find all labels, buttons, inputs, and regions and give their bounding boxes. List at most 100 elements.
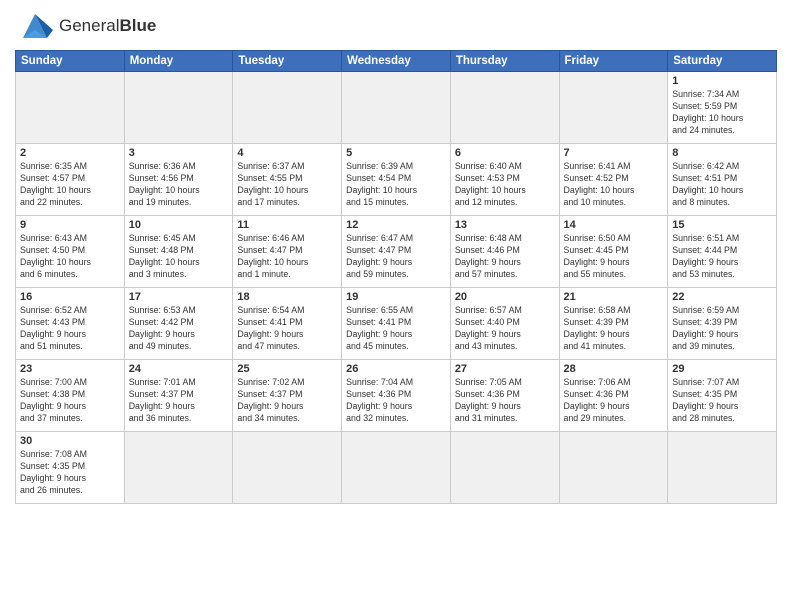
day-info: Sunrise: 6:59 AM Sunset: 4:39 PM Dayligh… — [672, 305, 772, 353]
calendar-cell — [450, 432, 559, 504]
calendar-cell — [124, 72, 233, 144]
day-number: 1 — [672, 75, 772, 87]
day-number: 14 — [564, 219, 664, 231]
calendar-cell — [342, 72, 451, 144]
day-info: Sunrise: 6:52 AM Sunset: 4:43 PM Dayligh… — [20, 305, 120, 353]
calendar-week-0: 1 Sunrise: 7:34 AM Sunset: 5:59 PM Daylig… — [16, 72, 777, 144]
day-number: 19 — [346, 291, 446, 303]
day-number: 7 — [564, 147, 664, 159]
day-info: Sunrise: 6:35 AM Sunset: 4:57 PM Dayligh… — [20, 161, 120, 209]
calendar-cell — [233, 432, 342, 504]
day-number: 13 — [455, 219, 555, 231]
calendar-cell: 6Sunrise: 6:40 AM Sunset: 4:53 PM Daylig… — [450, 144, 559, 216]
day-number: 2 — [20, 147, 120, 159]
calendar-cell — [342, 432, 451, 504]
calendar-week-4: 23Sunrise: 7:00 AM Sunset: 4:38 PM Dayli… — [16, 360, 777, 432]
day-info: Sunrise: 6:58 AM Sunset: 4:39 PM Dayligh… — [564, 305, 664, 353]
day-info: Sunrise: 6:45 AM Sunset: 4:48 PM Dayligh… — [129, 233, 229, 281]
logo: GeneralBlue — [15, 10, 156, 42]
calendar-cell: 29 Sunrise: 7:07 AM Sunset: 4:35 PM Dayli… — [668, 360, 777, 432]
day-number: 30 — [20, 435, 120, 447]
calendar-cell: 11Sunrise: 6:46 AM Sunset: 4:47 PM Dayli… — [233, 216, 342, 288]
day-number: 25 — [237, 363, 337, 375]
page: GeneralBlue SundayMondayTuesdayWednesday… — [0, 0, 792, 612]
calendar-cell — [559, 432, 668, 504]
calendar-cell: 24Sunrise: 7:01 AM Sunset: 4:37 PM Dayli… — [124, 360, 233, 432]
logo-text: GeneralBlue — [59, 16, 156, 36]
logo-icon — [15, 10, 55, 42]
day-header-thursday: Thursday — [450, 51, 559, 72]
calendar-cell: 10Sunrise: 6:45 AM Sunset: 4:48 PM Dayli… — [124, 216, 233, 288]
calendar-cell: 4 Sunrise: 6:37 AM Sunset: 4:55 PM Daylig… — [233, 144, 342, 216]
day-number: 15 — [672, 219, 772, 231]
calendar-cell — [233, 72, 342, 144]
header: GeneralBlue — [15, 10, 777, 42]
day-info: Sunrise: 7:08 AM Sunset: 4:35 PM Dayligh… — [20, 449, 120, 497]
calendar-week-1: 2 Sunrise: 6:35 AM Sunset: 4:57 PM Daylig… — [16, 144, 777, 216]
calendar-cell — [559, 72, 668, 144]
calendar-cell — [450, 72, 559, 144]
day-number: 17 — [129, 291, 229, 303]
day-info: Sunrise: 7:07 AM Sunset: 4:35 PM Dayligh… — [672, 377, 772, 425]
calendar-cell: 21 Sunrise: 6:58 AM Sunset: 4:39 PM Dayli… — [559, 288, 668, 360]
calendar-cell: 22 Sunrise: 6:59 AM Sunset: 4:39 PM Dayli… — [668, 288, 777, 360]
calendar-cell: 26Sunrise: 7:04 AM Sunset: 4:36 PM Dayli… — [342, 360, 451, 432]
calendar-header: SundayMondayTuesdayWednesdayThursdayFrid… — [16, 51, 777, 72]
day-number: 22 — [672, 291, 772, 303]
day-info: Sunrise: 6:42 AM Sunset: 4:51 PM Dayligh… — [672, 161, 772, 209]
calendar-cell — [668, 432, 777, 504]
day-number: 23 — [20, 363, 120, 375]
day-number: 9 — [20, 219, 120, 231]
day-number: 6 — [455, 147, 555, 159]
day-info: Sunrise: 6:50 AM Sunset: 4:45 PM Dayligh… — [564, 233, 664, 281]
day-number: 29 — [672, 363, 772, 375]
day-number: 5 — [346, 147, 446, 159]
day-number: 12 — [346, 219, 446, 231]
calendar-table: SundayMondayTuesdayWednesdayThursdayFrid… — [15, 50, 777, 504]
calendar-cell: 16 Sunrise: 6:52 AM Sunset: 4:43 PM Dayli… — [16, 288, 125, 360]
day-info: Sunrise: 7:34 AM Sunset: 5:59 PM Dayligh… — [672, 89, 772, 137]
days-of-week-row: SundayMondayTuesdayWednesdayThursdayFrid… — [16, 51, 777, 72]
calendar-cell: 2 Sunrise: 6:35 AM Sunset: 4:57 PM Daylig… — [16, 144, 125, 216]
day-info: Sunrise: 6:57 AM Sunset: 4:40 PM Dayligh… — [455, 305, 555, 353]
day-number: 8 — [672, 147, 772, 159]
calendar-cell: 14 Sunrise: 6:50 AM Sunset: 4:45 PM Dayli… — [559, 216, 668, 288]
calendar-cell: 15 Sunrise: 6:51 AM Sunset: 4:44 PM Dayli… — [668, 216, 777, 288]
day-header-saturday: Saturday — [668, 51, 777, 72]
day-info: Sunrise: 6:39 AM Sunset: 4:54 PM Dayligh… — [346, 161, 446, 209]
calendar-cell: 7 Sunrise: 6:41 AM Sunset: 4:52 PM Daylig… — [559, 144, 668, 216]
calendar-week-2: 9Sunrise: 6:43 AM Sunset: 4:50 PM Daylig… — [16, 216, 777, 288]
calendar-cell: 1 Sunrise: 7:34 AM Sunset: 5:59 PM Daylig… — [668, 72, 777, 144]
day-number: 4 — [237, 147, 337, 159]
day-header-monday: Monday — [124, 51, 233, 72]
day-number: 16 — [20, 291, 120, 303]
day-number: 21 — [564, 291, 664, 303]
calendar-cell: 13Sunrise: 6:48 AM Sunset: 4:46 PM Dayli… — [450, 216, 559, 288]
day-number: 28 — [564, 363, 664, 375]
day-number: 26 — [346, 363, 446, 375]
calendar-cell: 28Sunrise: 7:06 AM Sunset: 4:36 PM Dayli… — [559, 360, 668, 432]
day-info: Sunrise: 6:41 AM Sunset: 4:52 PM Dayligh… — [564, 161, 664, 209]
calendar-cell: 23Sunrise: 7:00 AM Sunset: 4:38 PM Dayli… — [16, 360, 125, 432]
day-number: 18 — [237, 291, 337, 303]
calendar-cell: 27Sunrise: 7:05 AM Sunset: 4:36 PM Dayli… — [450, 360, 559, 432]
calendar-cell: 3Sunrise: 6:36 AM Sunset: 4:56 PM Daylig… — [124, 144, 233, 216]
day-header-wednesday: Wednesday — [342, 51, 451, 72]
day-info: Sunrise: 6:36 AM Sunset: 4:56 PM Dayligh… — [129, 161, 229, 209]
calendar-cell — [124, 432, 233, 504]
calendar-cell: 12 Sunrise: 6:47 AM Sunset: 4:47 PM Dayli… — [342, 216, 451, 288]
day-info: Sunrise: 6:51 AM Sunset: 4:44 PM Dayligh… — [672, 233, 772, 281]
calendar-week-3: 16 Sunrise: 6:52 AM Sunset: 4:43 PM Dayli… — [16, 288, 777, 360]
day-info: Sunrise: 6:55 AM Sunset: 4:41 PM Dayligh… — [346, 305, 446, 353]
day-info: Sunrise: 6:37 AM Sunset: 4:55 PM Dayligh… — [237, 161, 337, 209]
calendar-cell: 8 Sunrise: 6:42 AM Sunset: 4:51 PM Daylig… — [668, 144, 777, 216]
day-header-sunday: Sunday — [16, 51, 125, 72]
day-info: Sunrise: 6:47 AM Sunset: 4:47 PM Dayligh… — [346, 233, 446, 281]
calendar-cell: 18Sunrise: 6:54 AM Sunset: 4:41 PM Dayli… — [233, 288, 342, 360]
day-info: Sunrise: 7:01 AM Sunset: 4:37 PM Dayligh… — [129, 377, 229, 425]
calendar-cell: 25Sunrise: 7:02 AM Sunset: 4:37 PM Dayli… — [233, 360, 342, 432]
calendar-cell: 9Sunrise: 6:43 AM Sunset: 4:50 PM Daylig… — [16, 216, 125, 288]
day-number: 11 — [237, 219, 337, 231]
calendar-cell: 17Sunrise: 6:53 AM Sunset: 4:42 PM Dayli… — [124, 288, 233, 360]
day-number: 20 — [455, 291, 555, 303]
